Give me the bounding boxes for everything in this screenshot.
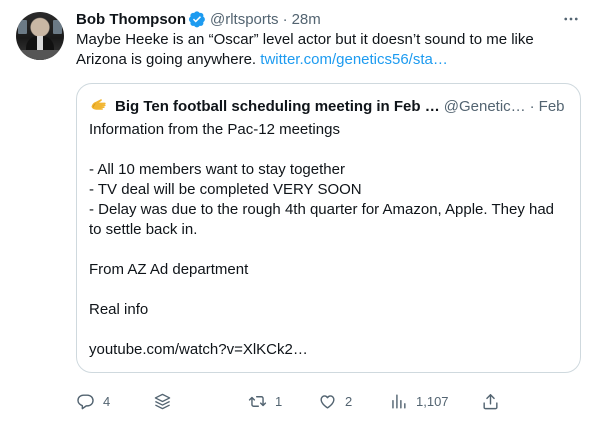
retweet-button[interactable]: 1 bbox=[248, 389, 282, 413]
retweet-count: 1 bbox=[275, 393, 283, 409]
like-button[interactable]: 2 bbox=[318, 389, 352, 413]
quoted-tweet-body: Information from the Pac-12 meetings - A… bbox=[89, 120, 568, 360]
stack-icon bbox=[154, 393, 171, 409]
avatar-bg-screen-right bbox=[53, 20, 62, 34]
quoted-line: Real info bbox=[89, 301, 149, 318]
stack-button[interactable] bbox=[153, 389, 172, 413]
quoted-author-handle[interactable]: @Genetic… bbox=[444, 98, 526, 115]
quoted-tweet[interactable]: Big Ten football scheduling meeting in F… bbox=[76, 83, 581, 373]
quoted-link[interactable]: youtube.com/watch?v=XlKCk2… bbox=[89, 340, 568, 360]
quoted-line bbox=[89, 140, 568, 160]
tweet-timestamp[interactable]: 28m bbox=[292, 11, 321, 28]
author-display-name[interactable]: Bob Thompson bbox=[76, 11, 186, 28]
quoted-line: From AZ Ad department bbox=[89, 261, 249, 278]
like-count: 2 bbox=[345, 393, 353, 409]
emoji-icon bbox=[91, 99, 106, 110]
retweet-icon bbox=[248, 395, 267, 407]
quoted-date[interactable]: Feb 3 bbox=[539, 98, 568, 115]
reply-icon bbox=[77, 393, 94, 409]
quoted-header-separator: · bbox=[529, 97, 535, 115]
tweet-header: Bob Thompson @rltsports · 28m bbox=[76, 9, 321, 29]
views-icon bbox=[392, 393, 406, 409]
reply-count: 4 bbox=[103, 393, 111, 409]
header-separator: · bbox=[282, 10, 288, 28]
quoted-line: Information from the Pac-12 meetings bbox=[89, 121, 340, 138]
avatar-shirt bbox=[37, 36, 43, 50]
quoted-line bbox=[89, 240, 568, 260]
quoted-line: - TV deal will be completed VERY SOON bbox=[89, 181, 362, 198]
action-bar: 4 1 2 1,107 bbox=[76, 389, 498, 413]
more-options-icon bbox=[564, 17, 578, 21]
quoted-line: - All 10 members want to stay together bbox=[89, 161, 345, 178]
verified-badge-icon bbox=[188, 11, 205, 28]
reply-button[interactable]: 4 bbox=[76, 389, 110, 413]
tweet-text: Maybe Heeke is an “Oscar” level actor bu… bbox=[76, 30, 581, 70]
view-count: 1,107 bbox=[416, 393, 449, 409]
avatar-bg-screen-left bbox=[18, 20, 27, 34]
avatar-desk bbox=[16, 50, 64, 60]
share-icon bbox=[483, 393, 498, 409]
like-icon bbox=[320, 394, 335, 409]
more-options-button[interactable] bbox=[558, 8, 584, 30]
share-button[interactable] bbox=[481, 389, 500, 413]
tweet-link[interactable]: twitter.com/genetics56/sta… bbox=[260, 51, 448, 68]
quoted-line bbox=[89, 320, 568, 340]
quoted-line: - Delay was due to the rough 4th quarter… bbox=[89, 201, 555, 238]
quoted-line bbox=[89, 280, 568, 300]
author-handle[interactable]: @rltsports bbox=[210, 11, 279, 28]
tweet: Bob Thompson @rltsports · 28m Maybe Heek… bbox=[0, 0, 599, 421]
views-button[interactable]: 1,107 bbox=[389, 389, 449, 413]
quoted-author-name[interactable]: Big Ten football scheduling meeting in F… bbox=[115, 98, 440, 115]
quoted-tweet-header: Big Ten football scheduling meeting in F… bbox=[89, 96, 568, 116]
avatar[interactable] bbox=[16, 12, 64, 60]
